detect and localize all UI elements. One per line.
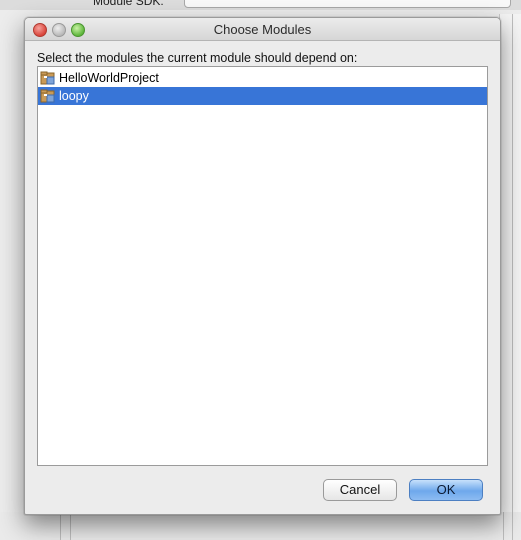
background-panel [499,14,521,514]
background-divider [503,512,504,540]
list-item-helloworldproject[interactable]: HelloWorldProject [38,69,487,87]
list-item-label: loopy [59,89,89,103]
dialog-title: Choose Modules [213,22,312,37]
title-bar: Choose Modules [25,18,500,41]
module-sdk-combo [184,0,511,8]
list-item-loopy[interactable]: loopy [38,87,487,105]
modules-list[interactable]: HelloWorldProject loopy [37,66,488,466]
background-divider [70,512,71,540]
module-folder-icon [40,71,56,85]
background-bottom [0,512,521,540]
background-divider [60,512,61,540]
module-sdk-label: Module SDK: [93,0,164,8]
dialog-prompt: Select the modules the current module sh… [37,51,358,65]
background-divider [512,14,513,540]
list-item-label: HelloWorldProject [59,71,159,85]
module-folder-icon [40,89,56,103]
choose-modules-dialog: Choose Modules Select the modules the cu… [24,17,501,515]
cancel-button[interactable]: Cancel [323,479,397,501]
ok-button[interactable]: OK [409,479,483,501]
